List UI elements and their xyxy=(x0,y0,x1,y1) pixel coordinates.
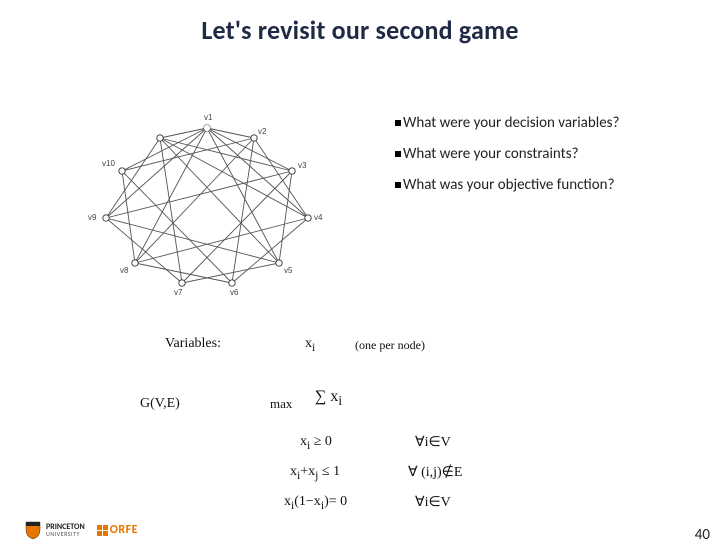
footer-logos: PRINCETON UNIVERSITY ORFE xyxy=(24,520,138,540)
svg-text:v9: v9 xyxy=(88,213,97,222)
bullet-text: What were your decision variables? xyxy=(403,114,619,132)
bullet-text: What was your objective function? xyxy=(403,176,615,194)
page-number: 40 xyxy=(695,526,710,544)
princeton-logo: PRINCETON UNIVERSITY xyxy=(24,520,85,540)
bullet-item-2: What were your constraints? xyxy=(395,145,675,164)
note-graph-def: G(V,E) xyxy=(140,396,180,412)
svg-text:v8: v8 xyxy=(120,266,129,275)
princeton-subtext: UNIVERSITY xyxy=(46,531,85,537)
svg-text:v1: v1 xyxy=(204,113,213,122)
orfe-text: ORFE xyxy=(110,523,138,537)
svg-text:v4: v4 xyxy=(314,213,323,222)
squares-icon xyxy=(97,525,108,536)
orfe-logo: ORFE xyxy=(97,523,138,537)
bullet-text: What were your constraints? xyxy=(403,145,579,163)
svg-text:v6: v6 xyxy=(230,288,239,297)
note-forall-v-1: ∀i∈V xyxy=(415,434,451,451)
svg-text:v5: v5 xyxy=(284,266,293,275)
slide-title: Let's revisit our second game xyxy=(0,14,720,46)
svg-text:v2: v2 xyxy=(258,127,267,136)
bullet-icon xyxy=(395,151,401,157)
note-xi-xj-leq1: xi+xj ≤ 1 xyxy=(290,464,340,482)
note-max: max xyxy=(270,396,292,412)
note-forall-v-2: ∀i∈V xyxy=(415,494,451,511)
note-forall-edge: ∀ (i,j)∉E xyxy=(408,464,462,481)
svg-text:v7: v7 xyxy=(174,288,183,297)
svg-text:v3: v3 xyxy=(298,161,307,170)
svg-text:v10: v10 xyxy=(102,159,115,168)
bullet-icon xyxy=(395,182,401,188)
note-variables-label: Variables: xyxy=(165,336,221,352)
note-xi-binary: xi(1−xi)= 0 xyxy=(284,494,347,512)
shield-icon xyxy=(24,520,42,540)
graph-figure: v1 v2 v3 v4 v5 v6 v7 v8 v9 v10 xyxy=(62,108,352,298)
note-one-per-node: (one per node) xyxy=(355,338,425,353)
bullet-item-1: What were your decision variables? xyxy=(395,114,675,133)
bullet-icon xyxy=(395,120,401,126)
bullet-list: What were your decision variables? What … xyxy=(395,114,675,206)
note-sum-xi: ∑ xi xyxy=(315,388,342,409)
note-xi: xi xyxy=(305,336,315,354)
note-xi-nonneg: xi ≥ 0 xyxy=(300,434,332,452)
bullet-item-3: What was your objective function? xyxy=(395,176,675,195)
